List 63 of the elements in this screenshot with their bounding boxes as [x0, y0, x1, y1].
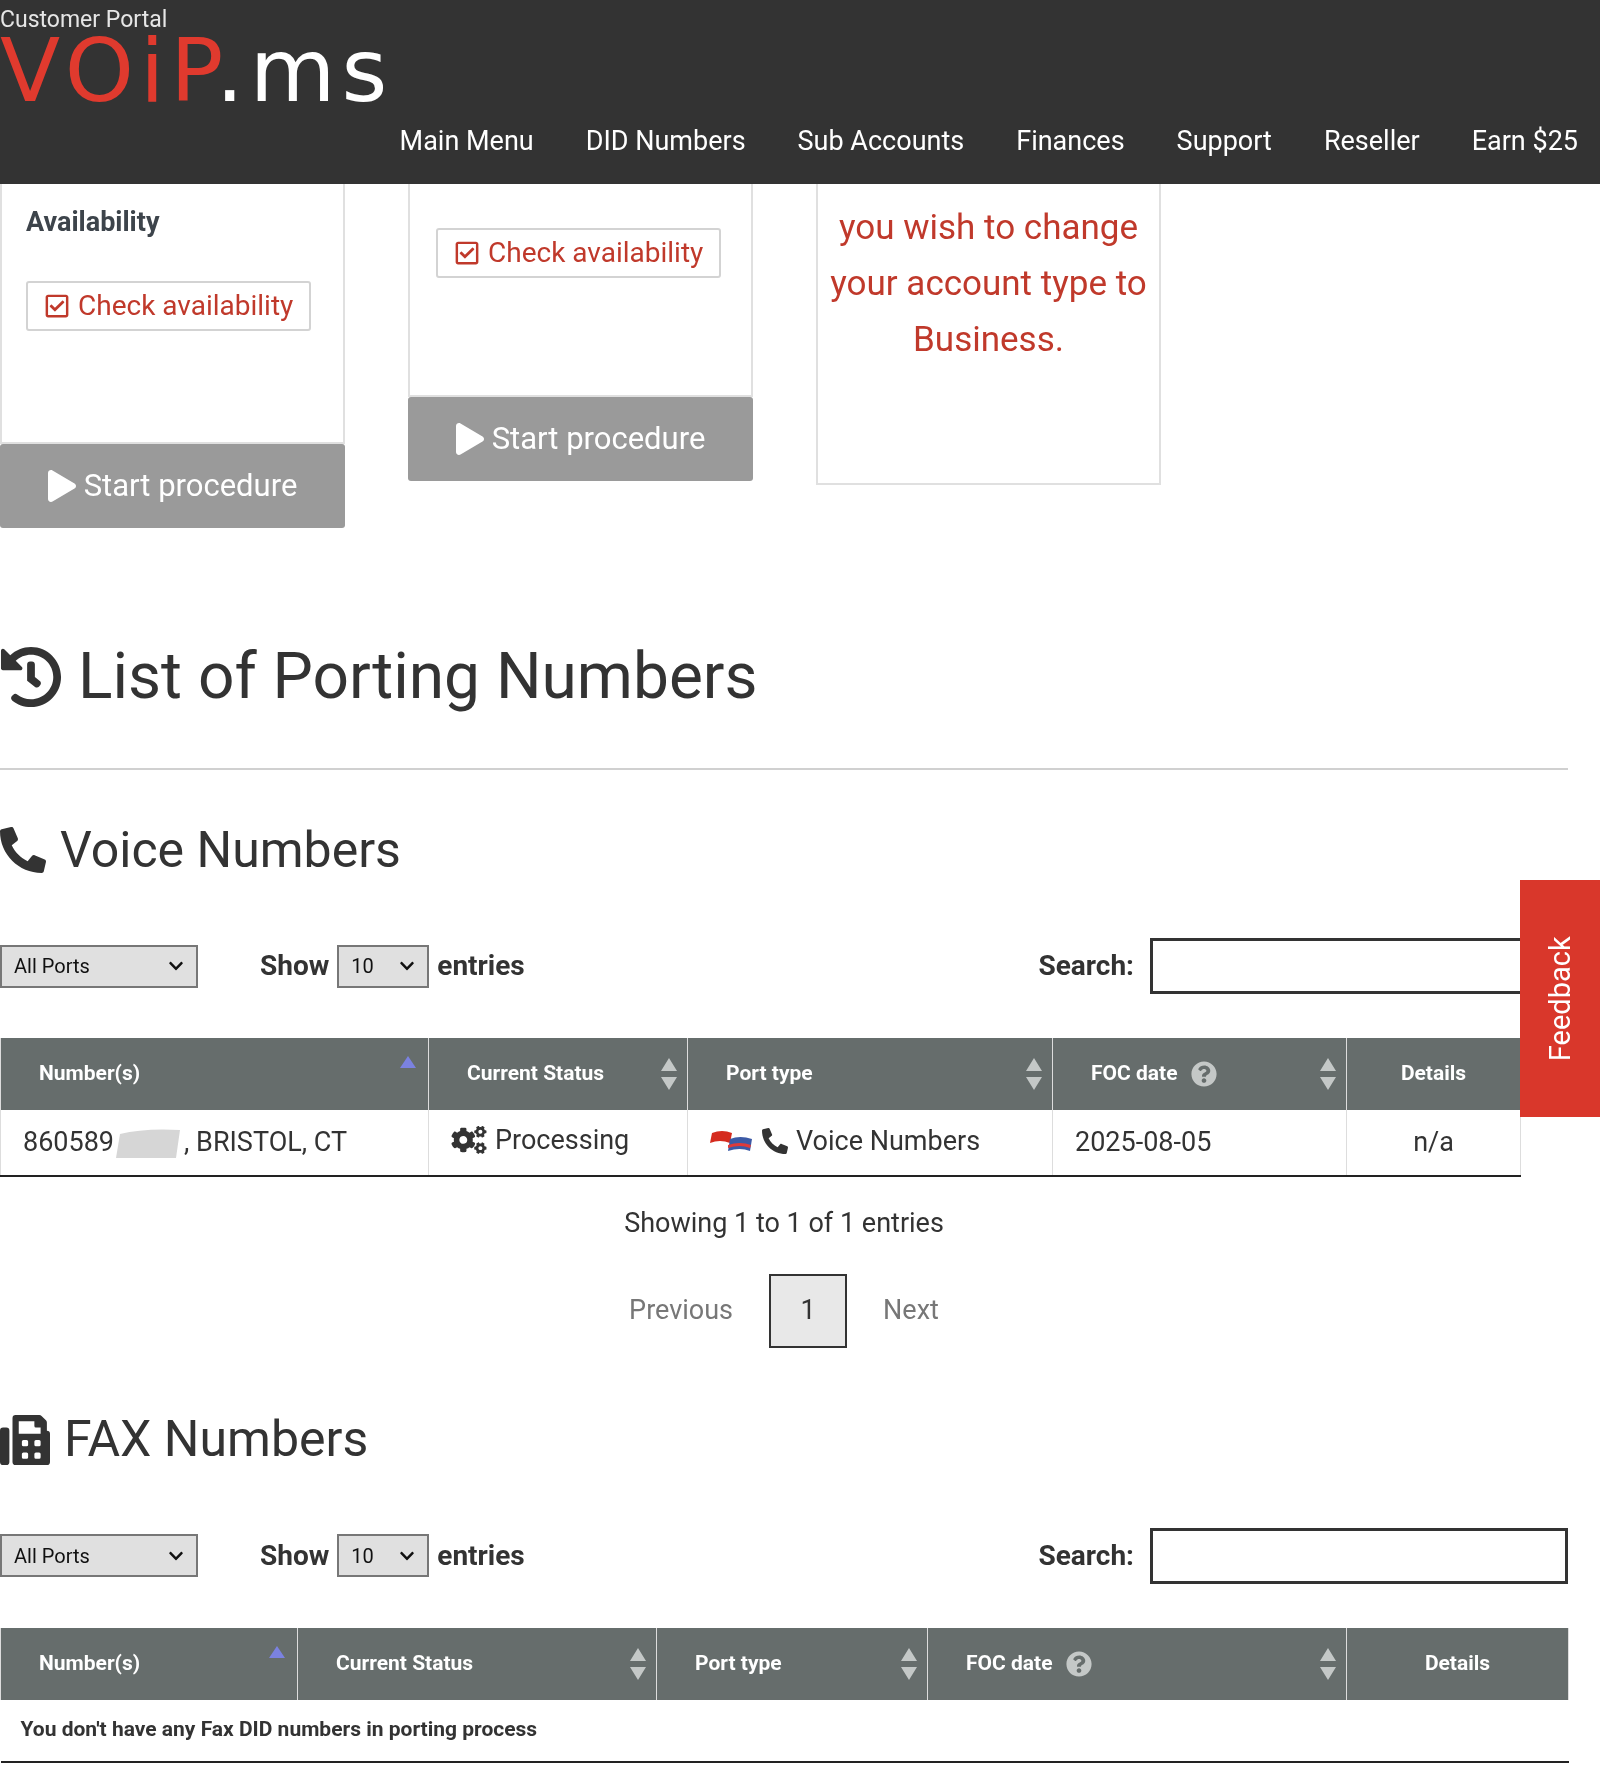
search-field[interactable] — [1150, 1527, 1568, 1584]
play-icon — [455, 423, 484, 455]
column-header[interactable]: Port type — [687, 1038, 1053, 1110]
gears-icon — [451, 1125, 487, 1154]
start-procedure-button[interactable]: Start procedure — [0, 444, 345, 528]
location-text: , BRISTOL, CT — [184, 1125, 348, 1161]
page-size-dropdown[interactable]: 10 — [337, 1534, 430, 1577]
checkbox-icon — [454, 240, 480, 266]
phone-icon — [0, 827, 46, 873]
entries-label: entries — [437, 1537, 525, 1574]
ports-filter-dropdown[interactable]: All Ports — [0, 944, 198, 988]
phone-icon — [762, 1127, 788, 1154]
nav-link[interactable]: Reseller — [1323, 121, 1420, 162]
section-title: Voice Numbers — [60, 819, 401, 881]
empty-table-message: You don't have any Fax DID numbers in porting process — [0, 1699, 1569, 1762]
checkbox-icon — [44, 292, 70, 319]
column-header[interactable]: Details — [1346, 1627, 1569, 1700]
search-field[interactable] — [1150, 938, 1520, 994]
nav-link[interactable]: Sub Accounts — [797, 121, 965, 162]
pagination-button[interactable]: 1 — [769, 1273, 848, 1348]
page-title: List of Porting Numbers — [78, 638, 758, 716]
column-header[interactable]: Current Status — [297, 1627, 657, 1700]
nav-link[interactable]: Finances — [1016, 121, 1125, 162]
logo: VOiP.ms — [0, 31, 395, 111]
page-size-dropdown[interactable]: 10 — [337, 944, 430, 988]
pagination-button[interactable]: Previous — [629, 1273, 734, 1348]
column-header[interactable]: FOC date — [927, 1627, 1347, 1700]
column-header[interactable]: Number(s) — [0, 1038, 429, 1110]
nav-link[interactable]: Earn $25 — [1471, 121, 1578, 162]
check-availability-button[interactable]: Check availability — [436, 228, 722, 278]
help-icon[interactable] — [1191, 1061, 1218, 1087]
account-type-message: you wish to change your account type to Business. — [829, 206, 1148, 362]
table-info: Showing 1 to 1 of 1 entries — [623, 1206, 945, 1241]
section-title: FAX Numbers — [64, 1409, 369, 1470]
column-header[interactable]: Details — [1346, 1038, 1521, 1110]
port-type-text: Voice Numbers — [796, 1123, 981, 1159]
feedback-tab[interactable]: Feedback — [1520, 880, 1600, 1117]
search-label: Search: — [1038, 948, 1134, 984]
column-header[interactable]: Port type — [656, 1627, 928, 1700]
column-header[interactable]: Current Status — [428, 1038, 688, 1110]
entries-label: entries — [437, 948, 525, 984]
nav-link[interactable]: Main Menu — [399, 121, 534, 162]
card-heading: Availability — [26, 205, 161, 240]
search-label: Search: — [1038, 1537, 1134, 1574]
ports-filter-dropdown[interactable]: All Ports — [0, 1534, 198, 1577]
flag-icon — [710, 1128, 754, 1153]
nav-link[interactable]: Support — [1176, 121, 1272, 162]
check-availability-button[interactable]: Check availability — [26, 280, 312, 331]
play-icon — [47, 470, 76, 502]
nav-link[interactable]: DID Numbers — [585, 121, 746, 162]
help-icon[interactable] — [1066, 1650, 1093, 1677]
pagination-button[interactable]: Next — [883, 1273, 939, 1348]
portal-subtitle: Customer Portal — [0, 5, 169, 31]
status-text: Processing — [495, 1122, 630, 1158]
number-prefix: 860589 — [23, 1125, 115, 1161]
history-icon — [0, 646, 62, 708]
foc-date-cell: 2025-08-05 — [1052, 1110, 1347, 1176]
show-label: Show — [260, 1537, 330, 1574]
show-label: Show — [260, 948, 330, 984]
start-procedure-button[interactable]: Start procedure — [408, 397, 753, 481]
column-header[interactable]: Number(s) — [0, 1627, 298, 1700]
fax-icon — [0, 1414, 50, 1465]
column-header[interactable]: FOC date — [1052, 1038, 1347, 1110]
